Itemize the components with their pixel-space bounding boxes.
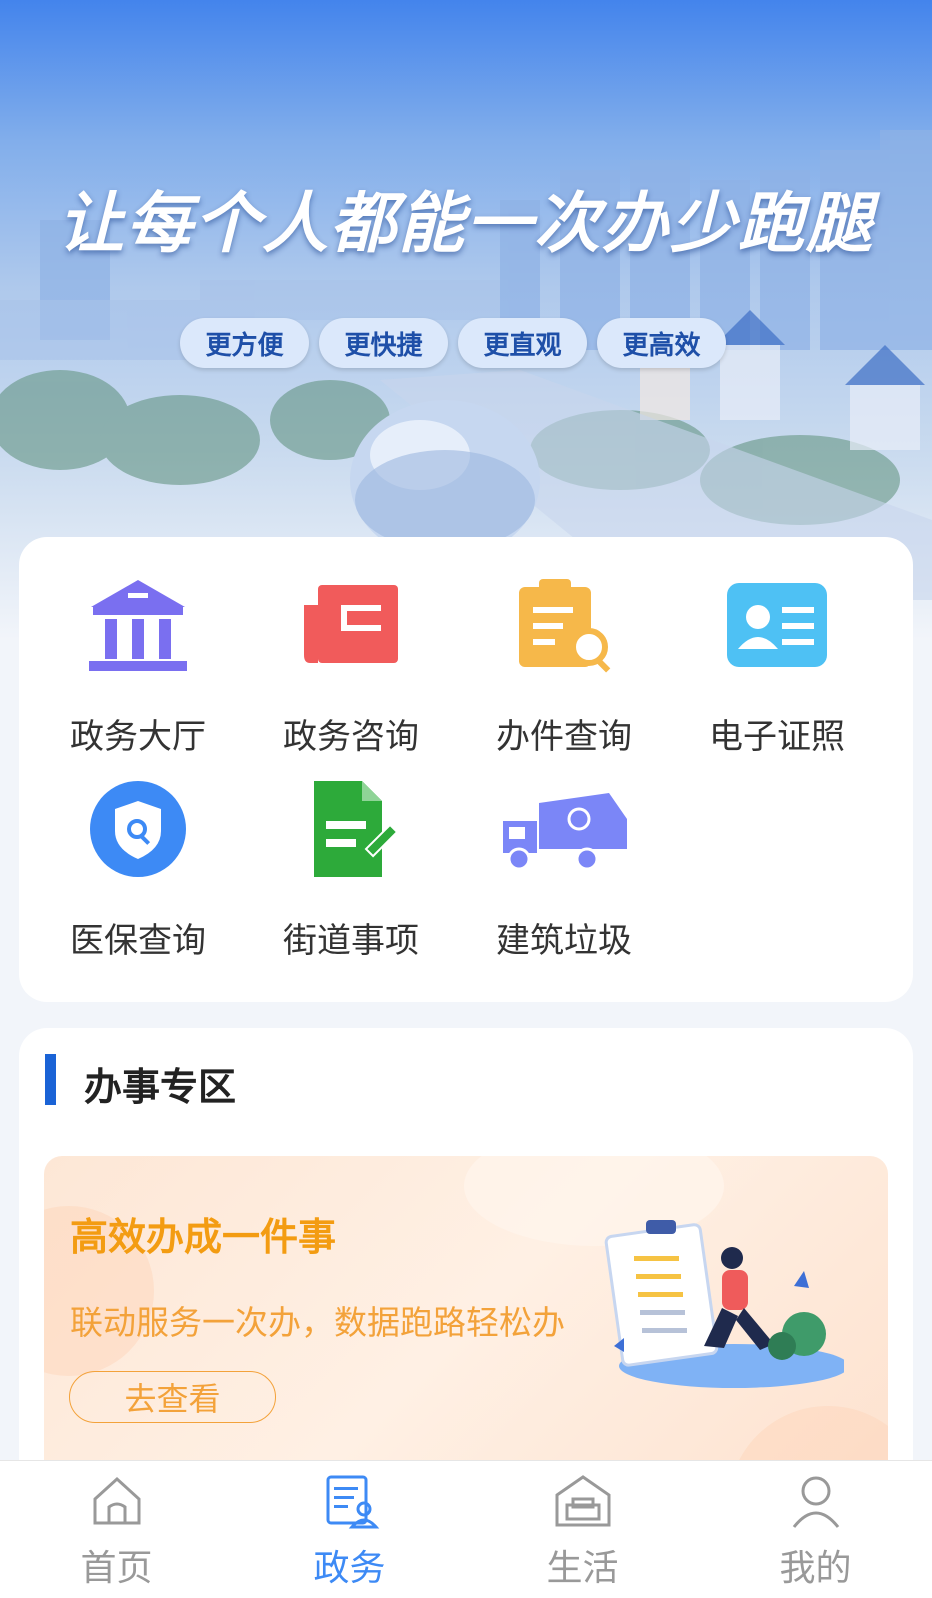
section-accent-bar xyxy=(45,1054,56,1105)
tab-label: 政务 xyxy=(313,1548,386,1589)
government-affairs-icon xyxy=(326,1475,379,1529)
service-construction-waste[interactable]: 建筑垃圾 xyxy=(464,741,664,961)
user-icon xyxy=(792,1476,839,1528)
service-consult[interactable]: 政务咨询 xyxy=(251,537,451,757)
promo-banner[interactable]: 高效办成一件事 联动服务一次办，数据跑路轻松办 去查看 xyxy=(44,1156,888,1486)
checklist-person-illustration xyxy=(604,1220,844,1388)
home-icon xyxy=(93,1476,140,1525)
feature-pill: 更快捷 xyxy=(319,318,448,368)
life-sofa-icon xyxy=(555,1475,610,1527)
consult-document-icon xyxy=(304,585,398,663)
id-card-icon xyxy=(727,583,827,667)
garbage-truck-icon xyxy=(503,793,627,871)
view-button[interactable]: 去查看 xyxy=(69,1371,276,1423)
shield-search-icon xyxy=(90,781,186,877)
clipboard-search-icon xyxy=(519,579,611,673)
hero-feature-pills: 更方便 更快捷 更直观 更高效 xyxy=(180,318,726,368)
tab-government[interactable]: 政务 xyxy=(233,1461,466,1598)
feature-pill: 更方便 xyxy=(180,318,309,368)
service-label: 街道事项 xyxy=(283,921,419,961)
service-label: 医保查询 xyxy=(70,921,206,961)
hero-slogan: 让每个人都能一次办少跑腿 xyxy=(58,185,874,262)
feature-pill: 更直观 xyxy=(458,318,587,368)
section-title: 办事专区 xyxy=(84,1065,237,1109)
tab-life[interactable]: 生活 xyxy=(466,1461,699,1598)
tab-label: 生活 xyxy=(546,1548,619,1589)
tab-label: 我的 xyxy=(779,1548,852,1589)
promo-title: 高效办成一件事 xyxy=(70,1215,337,1259)
service-street-matters[interactable]: 街道事项 xyxy=(251,741,451,961)
government-hall-icon xyxy=(89,580,187,671)
bottom-tab-bar: 首页 政务 生活 我的 xyxy=(0,1460,932,1598)
service-label: 建筑垃圾 xyxy=(496,921,632,961)
tab-mine[interactable]: 我的 xyxy=(699,1461,932,1598)
service-label: 电子证照 xyxy=(709,717,845,757)
service-medical-insurance[interactable]: 医保查询 xyxy=(38,741,238,961)
document-edit-icon xyxy=(314,781,399,877)
feature-pill: 更高效 xyxy=(597,318,726,368)
service-e-license[interactable]: 电子证照 xyxy=(677,537,877,757)
tab-home[interactable]: 首页 xyxy=(0,1461,233,1598)
tab-label: 首页 xyxy=(80,1548,153,1589)
service-government-hall[interactable]: 政务大厅 xyxy=(38,537,238,757)
services-grid: 政务大厅 政务咨询 办件查询 电子证照 医保查询 街道事项 建筑垃圾 xyxy=(19,537,913,1002)
service-case-search[interactable]: 办件查询 xyxy=(464,537,664,757)
promo-subtitle: 联动服务一次办，数据跑路轻松办 xyxy=(70,1303,565,1342)
